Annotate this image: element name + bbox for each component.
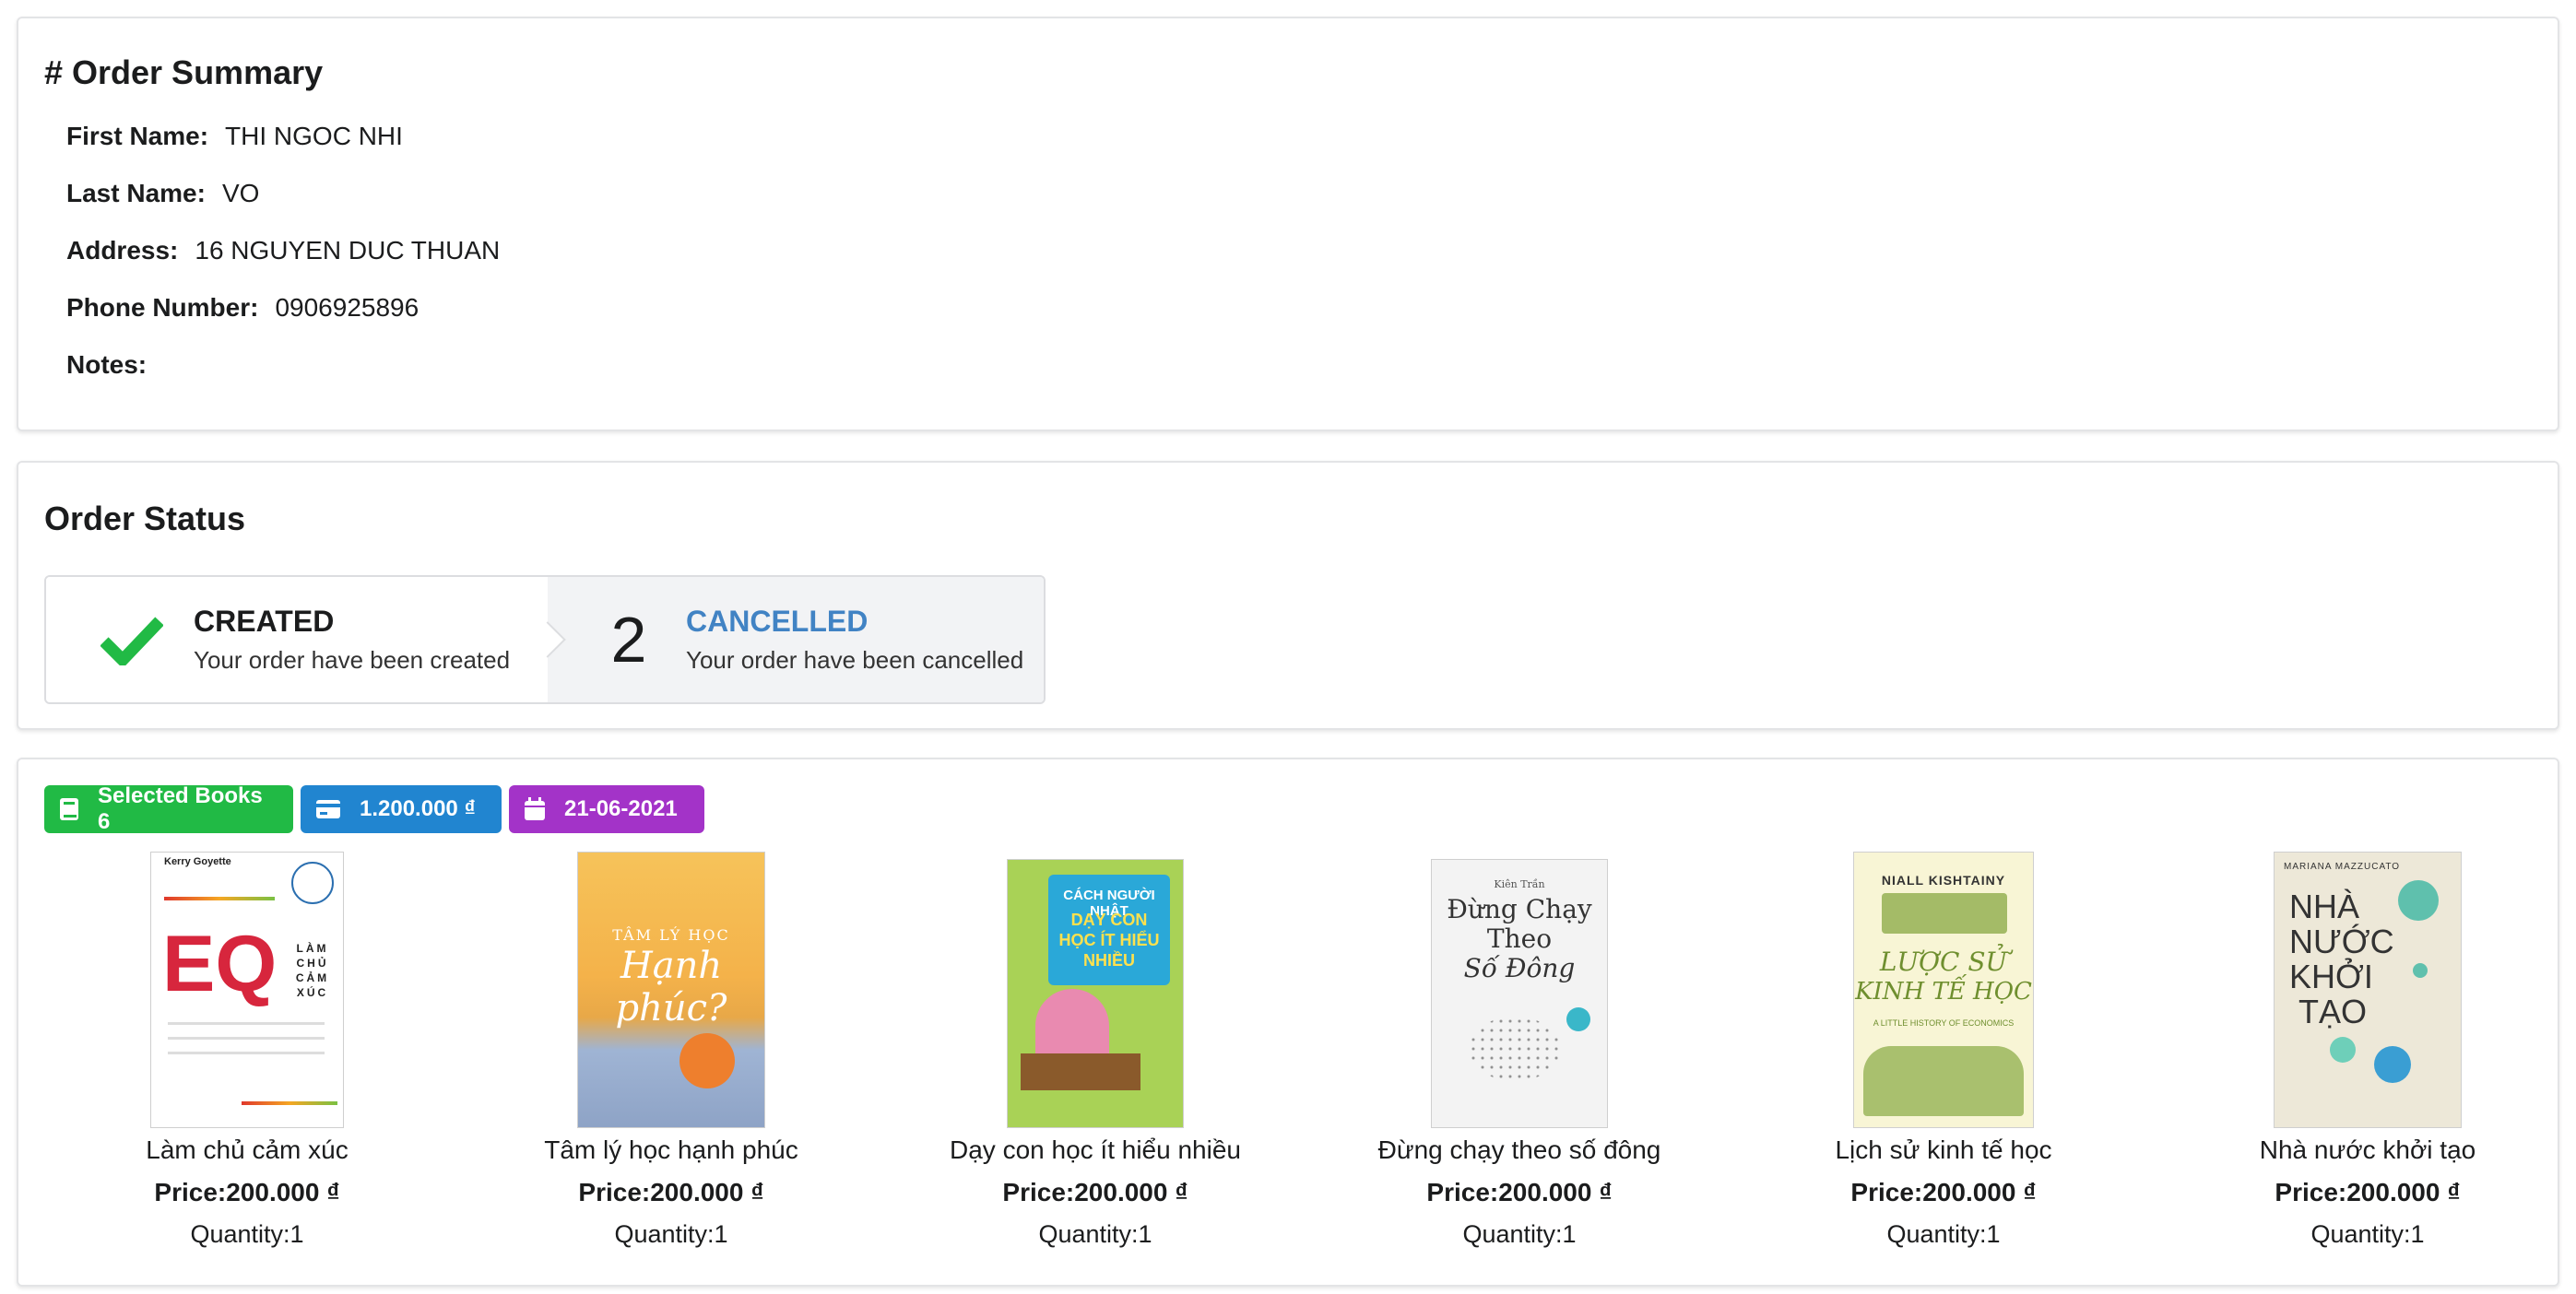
book-price: Price:200.000 ₫ [1002, 1178, 1188, 1206]
book-cover-image[interactable]: NIALL KISHTAINY LƯỢC SỬ KINH TẾ HỌC A LI… [1853, 852, 2034, 1128]
book-item: MARIANA MAZZUCATO NHÀ NƯỚC KHỞI TẠO Nhà … [2156, 848, 2576, 1249]
book-quantity: Quantity:1 [2310, 1220, 2425, 1248]
notes-field: Notes: [66, 350, 163, 380]
first-name-value: THI NGOC NHI [225, 122, 403, 150]
total-price-text: 1.200.000 ₫ [360, 796, 476, 821]
step-created: CREATED Your order have been created [46, 577, 548, 702]
step-number: 2 [610, 604, 647, 676]
order-summary-card: # Order Summary First Name: THI NGOC NHI… [17, 17, 2559, 431]
step-created-title: CREATED [194, 605, 335, 638]
book-item: CÁCH NGƯỜI NHẬT DẠY CON HỌC ÍT HIỂU NHIỀ… [883, 848, 1307, 1249]
step-cancelled-title: CANCELLED [686, 605, 869, 638]
book-cover-image[interactable]: Kerry Goyette EQ LÀM CHỦ CẢM XÚC [150, 852, 344, 1128]
credit-card-icon [315, 799, 341, 819]
order-status-card: Order Status CREATED Your order have bee… [17, 461, 2559, 730]
book-title[interactable]: Làm chủ cảm xúc [35, 1135, 459, 1165]
book-cover-image[interactable]: CÁCH NGƯỜI NHẬT DẠY CON HỌC ÍT HIỂU NHIỀ… [1007, 859, 1184, 1128]
first-name-label: First Name: [66, 122, 209, 150]
book-cover-image[interactable]: Kiên Trần Đừng Chạy Theo Số Đông [1431, 859, 1608, 1128]
phone-label: Phone Number: [66, 293, 259, 322]
phone-value: 0906925896 [275, 293, 419, 322]
step-cancelled-description: Your order have been cancelled [686, 646, 1024, 674]
book-title[interactable]: Đừng chạy theo số đông [1307, 1135, 1731, 1165]
book-price: Price:200.000 ₫ [1426, 1178, 1613, 1206]
book-item: NIALL KISHTAINY LƯỢC SỬ KINH TẾ HỌC A LI… [1731, 848, 2156, 1249]
book-quantity: Quantity:1 [190, 1220, 304, 1248]
calendar-icon [524, 797, 546, 821]
book-cover-image[interactable]: TÂM LÝ HỌC Hạnh phúc? [577, 852, 765, 1128]
order-date-text: 21-06-2021 [564, 796, 678, 821]
book-price: Price:200.000 ₫ [578, 1178, 764, 1206]
address-field: Address: 16 NGUYEN DUC THUAN [66, 236, 500, 265]
book-quantity: Quantity:1 [1038, 1220, 1152, 1248]
address-value: 16 NGUYEN DUC THUAN [195, 236, 501, 265]
phone-field: Phone Number: 0906925896 [66, 293, 419, 323]
selected-books-label: Selected Books 6 [44, 783, 293, 834]
last-name-field: Last Name: VO [66, 179, 259, 208]
selected-books-text: Selected Books 6 [98, 783, 263, 834]
order-date-label: 21-06-2021 [509, 785, 704, 833]
order-status-title: Order Status [44, 500, 246, 537]
order-summary-title: # Order Summary [44, 53, 324, 91]
book-item: Kerry Goyette EQ LÀM CHỦ CẢM XÚC Làm chủ… [35, 848, 459, 1249]
book-quantity: Quantity:1 [1886, 1220, 2001, 1248]
last-name-label: Last Name: [66, 179, 206, 207]
order-status-steps: CREATED Your order have been created 2 C… [44, 575, 1046, 704]
address-label: Address: [66, 236, 179, 265]
book-price: Price:200.000 ₫ [1850, 1178, 2037, 1206]
total-price-label: 1.200.000 ₫ [301, 785, 502, 833]
book-title[interactable]: Lịch sử kinh tế học [1731, 1135, 2156, 1165]
book-price: Price:200.000 ₫ [2275, 1178, 2461, 1206]
order-labels: Selected Books 6 1.200.000 ₫ 21-06-2021 [44, 783, 704, 834]
selected-books-card: Selected Books 6 1.200.000 ₫ 21-06-2021 … [17, 758, 2559, 1287]
notes-label: Notes: [66, 350, 148, 379]
book-title[interactable]: Nhà nước khởi tạo [2156, 1135, 2576, 1165]
book-quantity: Quantity:1 [1462, 1220, 1577, 1248]
step-cancelled: 2 CANCELLED Your order have been cancell… [548, 577, 1044, 702]
book-price: Price:200.000 ₫ [154, 1178, 340, 1206]
book-cover-image[interactable]: MARIANA MAZZUCATO NHÀ NƯỚC KHỞI TẠO [2274, 852, 2462, 1128]
book-quantity: Quantity:1 [614, 1220, 728, 1248]
last-name-value: VO [221, 179, 260, 207]
book-title[interactable]: Tâm lý học hạnh phúc [459, 1135, 883, 1165]
book-item: TÂM LÝ HỌC Hạnh phúc? Tâm lý học hạnh ph… [459, 848, 883, 1249]
step-created-description: Your order have been created [194, 646, 511, 674]
book-title[interactable]: Dạy con học ít hiểu nhiều [883, 1135, 1307, 1165]
first-name-field: First Name: THI NGOC NHI [66, 122, 403, 151]
book-item: Kiên Trần Đừng Chạy Theo Số Đông Đừng ch… [1307, 848, 1731, 1249]
book-icon [59, 797, 79, 821]
check-icon [100, 614, 164, 665]
